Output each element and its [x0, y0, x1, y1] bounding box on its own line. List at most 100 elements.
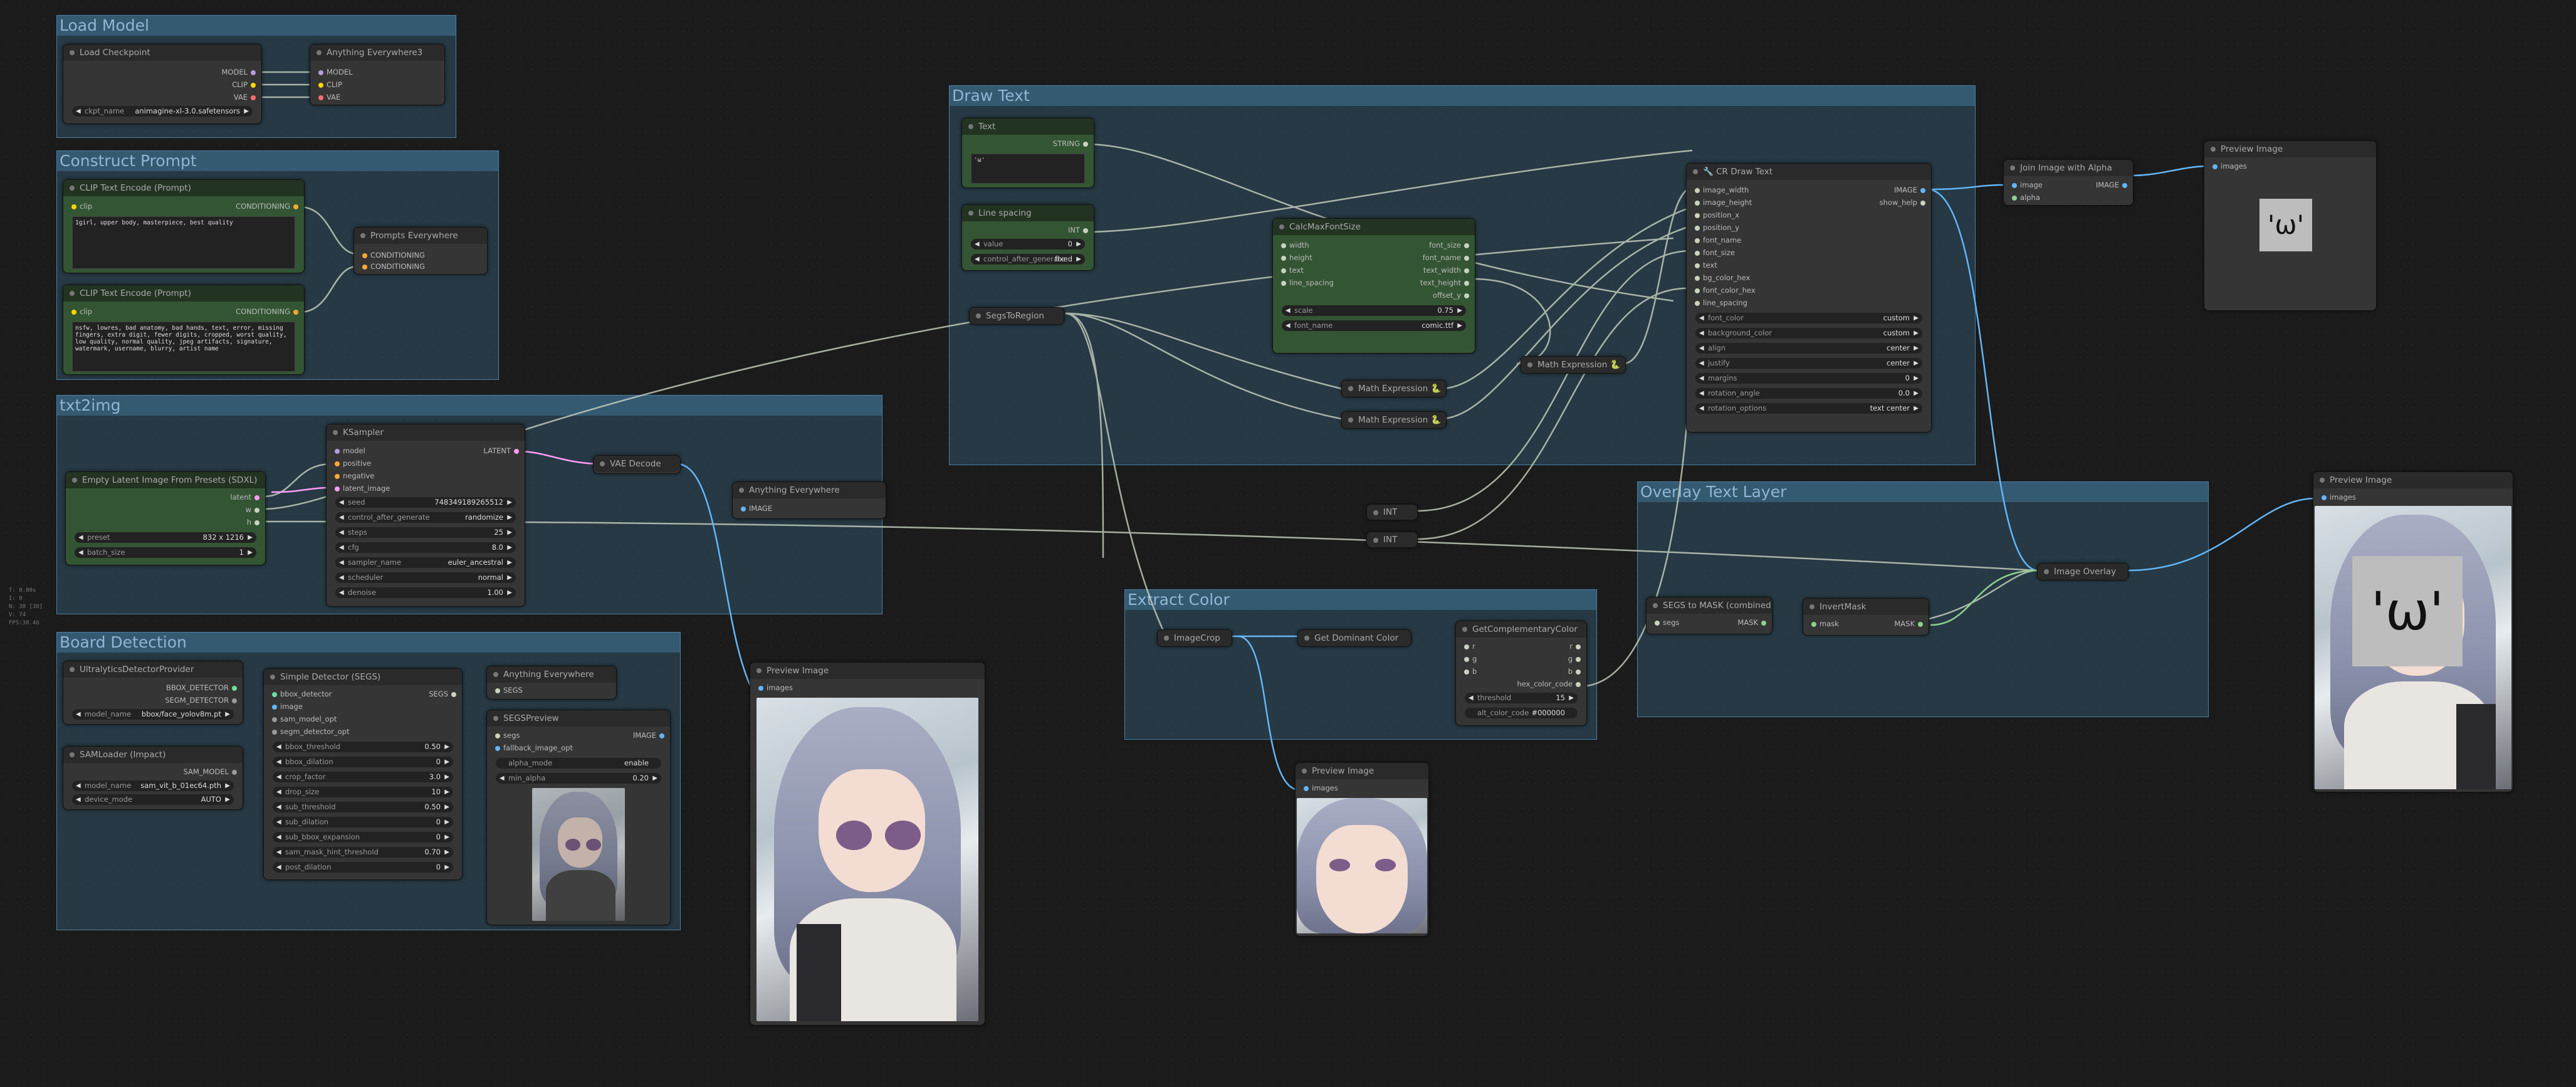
text-input[interactable]: 'ω'	[971, 154, 1085, 184]
input-font-size[interactable]: font_size	[1692, 248, 1735, 258]
input-segs[interactable]: segs	[1652, 617, 1679, 628]
node-math-expression-3[interactable]: Math Expression 🐍	[1521, 356, 1626, 374]
font-name-widget[interactable]: ◀ font_name comic.ttf ▶	[1282, 320, 1466, 331]
node-preview-image-main[interactable]: Preview Image images	[750, 662, 985, 1026]
node-math-expression-2[interactable]: Math Expression 🐍	[1341, 411, 1447, 429]
node-clip-text-encode-positive[interactable]: CLIP Text Encode (Prompt) clip CONDITION…	[63, 179, 305, 273]
input-r[interactable]: r	[1461, 641, 1475, 651]
model-name-widget[interactable]: ◀ model_name sam_vit_b_01ec64.pth ▶	[72, 780, 234, 791]
node-anything-everywhere-image[interactable]: Anything Everywhere IMAGE	[732, 481, 886, 519]
node-cr-draw-text[interactable]: 🔧 CR Draw Text image_width image_height …	[1686, 163, 1932, 433]
node-preview-image-text[interactable]: Preview Image images 'ω'	[2204, 140, 2377, 311]
post-dilation-widget[interactable]: ◀ post_dilation 0 ▶	[273, 862, 453, 873]
output-r[interactable]: r	[1569, 641, 1584, 651]
output-show-help[interactable]: show_help	[1880, 197, 1929, 207]
bbox-dilation-widget[interactable]: ◀ bbox_dilation 0 ▶	[273, 757, 453, 767]
node-image-overlay[interactable]: Image Overlay	[2037, 563, 2128, 580]
background-color-widget[interactable]: ◀ background_color custom ▶	[1695, 328, 1922, 339]
control-after-generate-widget[interactable]: ◀ control_after_generate randomize ▶	[335, 512, 516, 523]
output-font-size[interactable]: font_size	[1429, 240, 1472, 250]
node-anything-everywhere3[interactable]: Anything Everywhere3 MODEL CLIP VAE	[310, 44, 445, 105]
node-prompts-everywhere[interactable]: Prompts Everywhere CONDITIONING CONDITIO…	[353, 227, 488, 275]
font-color-widget[interactable]: ◀ font_color custom ▶	[1695, 313, 1922, 323]
output-segs[interactable]: SEGS	[429, 689, 459, 699]
node-invert-mask[interactable]: InvertMask mask MASK	[1803, 598, 1929, 636]
output-bbox-detector[interactable]: BBOX_DETECTOR	[166, 683, 240, 693]
node-simple-detector[interactable]: Simple Detector (SEGS) bbox_detector ima…	[263, 668, 463, 880]
output-hex-color-code[interactable]: hex_color_code	[1517, 679, 1584, 689]
input-images[interactable]: images	[2318, 492, 2356, 502]
input-line-spacing[interactable]: line_spacing	[1278, 278, 1334, 288]
input-positive[interactable]: positive	[332, 458, 371, 468]
output-latent[interactable]: LATENT	[483, 446, 522, 456]
input-image-height[interactable]: image_height	[1692, 197, 1752, 207]
node-get-complementary-color[interactable]: GetComplementaryColor r g b r g b hex_co…	[1455, 621, 1587, 726]
output-int[interactable]: INT	[1068, 225, 1091, 235]
input-sam-model-opt[interactable]: sam_model_opt	[269, 714, 337, 724]
justify-widget[interactable]: ◀ justify center ▶	[1695, 358, 1922, 369]
output-image[interactable]: IMAGE	[633, 730, 668, 740]
cfg-widget[interactable]: ◀ cfg 8.0 ▶	[335, 542, 516, 553]
output-image[interactable]: IMAGE	[2096, 180, 2130, 190]
input-alpha[interactable]: alpha	[2009, 192, 2040, 202]
input-text[interactable]: text	[1692, 260, 1717, 270]
rotation-options-widget[interactable]: ◀ rotation_options text center ▶	[1695, 403, 1922, 414]
denoise-widget[interactable]: ◀ denoise 1.00 ▶	[335, 587, 516, 598]
node-text[interactable]: Text STRING 'ω'	[961, 118, 1094, 188]
input-clip[interactable]: CLIP	[315, 80, 342, 90]
device-mode-widget[interactable]: ◀ device_mode AUTO ▶	[72, 794, 234, 805]
input-bbox-detector[interactable]: bbox_detector	[269, 689, 332, 699]
sub-threshold-widget[interactable]: ◀ sub_threshold 0.50 ▶	[273, 802, 453, 812]
output-text-height[interactable]: text_height	[1420, 278, 1472, 288]
node-clip-text-encode-negative[interactable]: CLIP Text Encode (Prompt) clip CONDITION…	[63, 285, 305, 375]
preset-widget[interactable]: ◀ preset 832 x 1216 ▶	[75, 532, 256, 543]
scale-widget[interactable]: ◀ scale 0.75 ▶	[1282, 305, 1466, 316]
value-widget[interactable]: ◀ value 0 ▶	[971, 239, 1085, 249]
node-preview-image-crop[interactable]: Preview Image images	[1295, 762, 1429, 937]
input-images[interactable]: images	[1301, 783, 1338, 793]
node-preview-image-final[interactable]: Preview Image images 'ω'	[2313, 471, 2513, 792]
output-string[interactable]: STRING	[1053, 139, 1091, 149]
output-g[interactable]: g	[1568, 654, 1584, 664]
alt-color-code-widget[interactable]: alt_color_code #000000	[1465, 708, 1578, 718]
input-image[interactable]: image	[2009, 180, 2043, 190]
node-int-1[interactable]: INT	[1366, 504, 1418, 520]
scheduler-widget[interactable]: ◀ scheduler normal ▶	[335, 572, 516, 583]
align-widget[interactable]: ◀ align center ▶	[1695, 343, 1922, 354]
batch-size-widget[interactable]: ◀ batch_size 1 ▶	[75, 547, 256, 558]
output-mask[interactable]: MASK	[1894, 619, 1926, 629]
node-int-2[interactable]: INT	[1366, 532, 1418, 548]
output-offset-y[interactable]: offset_y	[1433, 290, 1472, 300]
prompt-textarea[interactable]: 1girl, upper body, masterpiece, best qua…	[72, 216, 295, 269]
node-join-image-with-alpha[interactable]: Join Image with Alpha image alpha IMAGE	[2003, 159, 2134, 206]
rotation-angle-widget[interactable]: ◀ rotation_angle 0.0 ▶	[1695, 388, 1922, 399]
node-calc-max-font-size[interactable]: CalcMaxFontSize width height text line_s…	[1272, 218, 1475, 354]
prompt-textarea[interactable]: nsfw, lowres, bad anatomy, bad hands, te…	[72, 322, 295, 372]
output-model[interactable]: MODEL	[221, 67, 259, 77]
sub-bbox-expansion-widget[interactable]: ◀ sub_bbox_expansion 0 ▶	[273, 832, 453, 843]
seed-widget[interactable]: ◀ seed 748349189265512 ▶	[335, 497, 516, 508]
node-image-crop[interactable]: ImageCrop	[1157, 629, 1232, 647]
input-conditioning[interactable]: CONDITIONING	[359, 250, 425, 260]
output-segm-detector[interactable]: SEGM_DETECTOR	[165, 695, 240, 705]
input-images[interactable]: images	[2209, 161, 2247, 171]
output-clip[interactable]: CLIP	[232, 80, 259, 90]
output-mask[interactable]: MASK	[1737, 617, 1769, 628]
input-font-color-hex[interactable]: font_color_hex	[1692, 285, 1756, 295]
output-latent[interactable]: latent	[230, 492, 263, 502]
output-image[interactable]: IMAGE	[1894, 185, 1929, 195]
output-h[interactable]: h	[247, 517, 263, 527]
drop-size-widget[interactable]: ◀ drop_size 10 ▶	[273, 787, 453, 797]
output-text-width[interactable]: text_width	[1423, 265, 1472, 275]
threshold-widget[interactable]: ◀ threshold 15 ▶	[1465, 693, 1578, 703]
model-name-widget[interactable]: ◀ model_name bbox/face_yolov8m.pt ▶	[72, 709, 234, 720]
input-conditioning[interactable]: CONDITIONING	[359, 261, 425, 271]
input-segs[interactable]: segs	[492, 730, 520, 740]
input-fallback-image-opt[interactable]: fallback_image_opt	[492, 743, 573, 753]
node-anything-everywhere-segs[interactable]: Anything Everywhere SEGS	[486, 666, 617, 700]
output-conditioning[interactable]: CONDITIONING	[236, 201, 301, 211]
input-text[interactable]: text	[1278, 265, 1304, 275]
bbox-threshold-widget[interactable]: ◀ bbox_threshold 0.50 ▶	[273, 742, 453, 752]
node-math-expression-1[interactable]: Math Expression 🐍	[1341, 380, 1447, 397]
input-vae[interactable]: VAE	[315, 92, 340, 102]
